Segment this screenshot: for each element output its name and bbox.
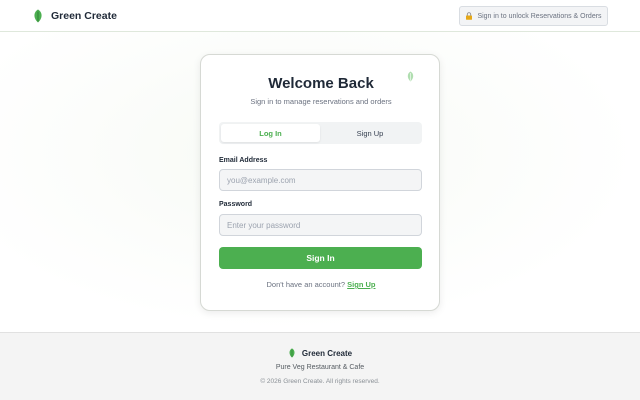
lock-icon <box>466 12 473 20</box>
leaf-icon <box>289 348 295 358</box>
signup-prompt-text: Don't have an account? <box>266 280 346 289</box>
sign-up-link[interactable]: Sign Up <box>347 280 375 289</box>
sign-in-button[interactable]: Sign In <box>219 247 422 269</box>
email-label: Email Address <box>219 157 268 164</box>
login-card: Welcome Back Sign in to manage reservati… <box>200 54 440 311</box>
page-title: Welcome Back <box>268 75 374 92</box>
site-header: Green Create Sign in to unlock Reservati… <box>0 0 640 32</box>
footer-copyright: © 2026 Green Create. All rights reserved… <box>260 378 380 385</box>
unlock-notice-button[interactable]: Sign in to unlock Reservations & Orders <box>459 6 608 26</box>
email-field[interactable] <box>219 169 422 191</box>
signup-prompt: Don't have an account? Sign Up <box>201 280 441 289</box>
footer-tagline: Pure Veg Restaurant & Cafe <box>275 364 365 371</box>
site-footer: Green Create Pure Veg Restaurant & Cafe … <box>0 332 640 400</box>
brand-logo[interactable]: Green Create <box>32 8 117 24</box>
tab-log-in[interactable]: Log In <box>221 124 320 142</box>
footer-brand: Green Create <box>0 348 640 358</box>
password-field[interactable] <box>219 214 422 236</box>
leaf-icon <box>34 9 42 23</box>
password-label: Password <box>219 201 253 208</box>
auth-tabs: Log In Sign Up <box>219 122 422 144</box>
unlock-notice-text: Sign in to unlock Reservations & Orders <box>477 12 602 20</box>
tab-sign-up[interactable]: Sign Up <box>320 124 420 142</box>
footer-brand-name: Green Create <box>301 348 353 358</box>
main-content: Welcome Back Sign in to manage reservati… <box>0 32 640 332</box>
page-subtitle: Sign in to manage reservations and order… <box>250 97 392 106</box>
brand-name: Green Create <box>51 10 117 22</box>
